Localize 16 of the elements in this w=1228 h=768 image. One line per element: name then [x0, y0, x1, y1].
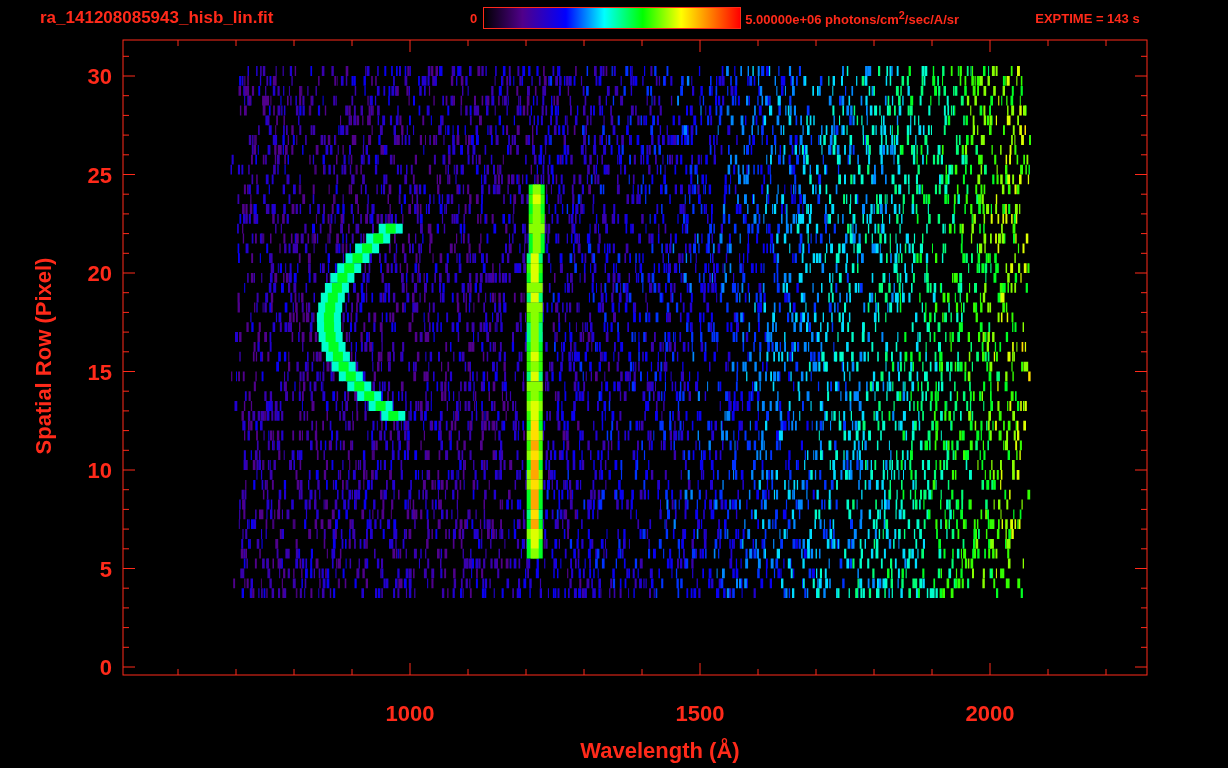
y-tick-label: 30: [87, 64, 112, 89]
file-title: ra_141208085943_hisb_lin.fit: [40, 8, 275, 28]
x-tick-label: 1000: [385, 701, 435, 726]
y-tick-label: 5: [99, 556, 112, 582]
x-tick-label: 2000: [965, 701, 1015, 726]
y-tick-label: 20: [87, 261, 112, 286]
x-tick-label: 1500: [675, 701, 725, 726]
y-tick-label: 0: [99, 655, 112, 680]
y-axis-title: Spatial Row (Pixel): [31, 257, 56, 455]
y-tick-label: 25: [87, 162, 112, 188]
colorbar-min-label: 0: [470, 10, 478, 26]
exposure-time: EXPTIME = 143 s: [1035, 10, 1140, 26]
colorbar-max-label: 5.00000e+06 photons/cm$^{2}$/sec/A/sr: [745, 8, 961, 28]
y-tick-label: 10: [87, 458, 112, 483]
y-tick-label: 15: [87, 359, 112, 385]
x-axis-title: Wavelength (Å): [580, 738, 740, 763]
